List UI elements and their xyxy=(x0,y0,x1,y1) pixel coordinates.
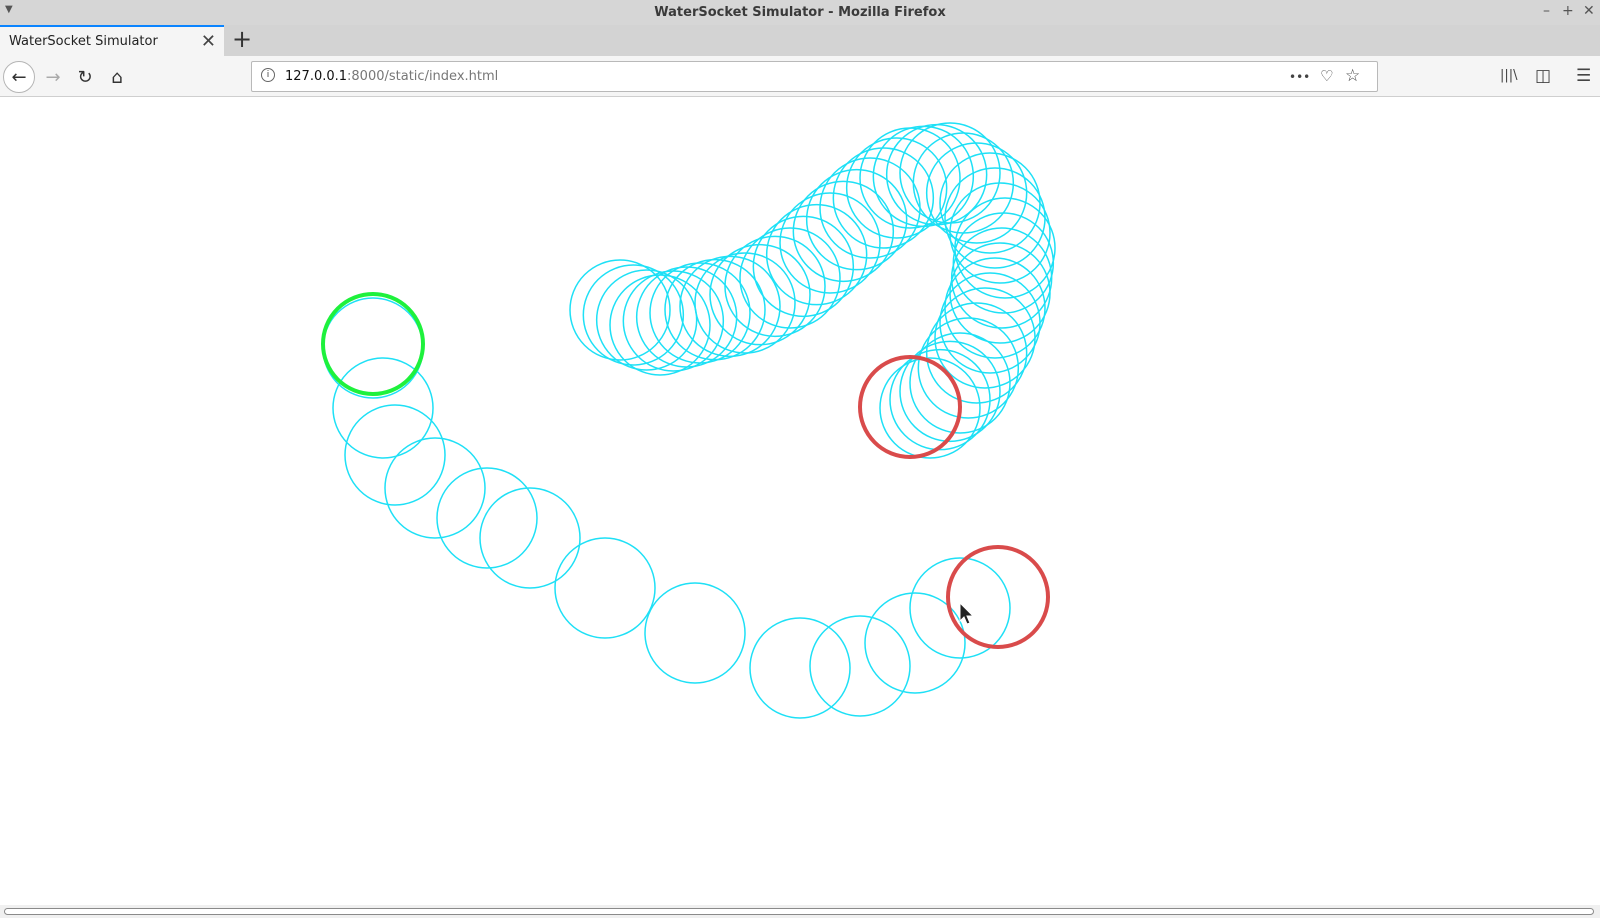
bookmark-star-icon[interactable]: ☆ xyxy=(1345,66,1360,86)
reload-button[interactable]: ↻ xyxy=(69,61,101,93)
enemy-circle xyxy=(858,355,962,459)
trail-b-circle xyxy=(322,297,424,399)
tab-strip: WaterSocket Simulator ✕ + xyxy=(0,25,1600,56)
address-bar[interactable]: i 127.0.0.1:8000/static/index.html ••• ♡… xyxy=(251,61,1378,92)
maximize-icon[interactable]: + xyxy=(1562,3,1574,19)
home-icon: ⌂ xyxy=(111,66,123,88)
url-text[interactable]: 127.0.0.1:8000/static/index.html xyxy=(285,69,498,84)
site-info-icon[interactable]: i xyxy=(261,68,275,82)
window-title: WaterSocket Simulator - Mozilla Firefox xyxy=(654,5,946,20)
trail-a-circle xyxy=(879,357,981,459)
library-icon[interactable]: |||\ xyxy=(1500,68,1518,83)
trail-b-circle xyxy=(332,357,434,459)
url-host: 127.0.0.1 xyxy=(285,69,348,84)
mouse-cursor-icon xyxy=(959,601,975,625)
tab-watersocket-simulator[interactable]: WaterSocket Simulator ✕ xyxy=(0,25,224,56)
navigation-toolbar: ← → ↻ ⌂ i 127.0.0.1:8000/static/index.ht… xyxy=(0,56,1600,97)
trail-b-circle xyxy=(644,582,746,684)
trail-b-circle xyxy=(344,404,446,506)
page-actions-icon[interactable]: ••• xyxy=(1289,70,1310,84)
back-button[interactable]: ← xyxy=(3,61,35,93)
tab-label: WaterSocket Simulator xyxy=(9,34,158,49)
trail-a-circle xyxy=(872,125,975,228)
trail-b-circle xyxy=(749,617,851,719)
forward-button[interactable]: → xyxy=(37,61,69,93)
minimize-icon[interactable]: – xyxy=(1543,3,1550,19)
trail-b-circle xyxy=(809,615,911,717)
sidebar-icon[interactable]: ◫ xyxy=(1535,66,1551,86)
trail-b-circle xyxy=(384,437,486,539)
trail-b-circle xyxy=(479,487,581,589)
trail-b-circle xyxy=(436,467,538,569)
simulation-canvas[interactable] xyxy=(0,98,1600,905)
window-titlebar: ▼ WaterSocket Simulator - Mozilla Firefo… xyxy=(0,0,1600,25)
close-window-icon[interactable]: ✕ xyxy=(1583,3,1595,19)
reload-icon: ↻ xyxy=(77,66,93,88)
page-content[interactable] xyxy=(0,98,1600,905)
forward-arrow-icon: → xyxy=(45,66,61,88)
menu-icon[interactable]: ☰ xyxy=(1576,66,1591,86)
trail-a-circle xyxy=(885,123,988,226)
tab-close-icon[interactable]: ✕ xyxy=(201,31,216,52)
trail-b-circle xyxy=(554,537,656,639)
back-arrow-icon: ← xyxy=(11,66,27,88)
url-path: :8000/static/index.html xyxy=(347,69,499,84)
new-tab-button[interactable]: + xyxy=(232,26,252,52)
scrollbar-thumb[interactable] xyxy=(4,908,1594,915)
home-button[interactable]: ⌂ xyxy=(101,61,133,93)
pocket-icon[interactable]: ♡ xyxy=(1320,67,1333,85)
enemy-circle xyxy=(946,545,1050,649)
horizontal-scrollbar[interactable] xyxy=(0,905,1600,918)
player-circle xyxy=(321,292,425,396)
